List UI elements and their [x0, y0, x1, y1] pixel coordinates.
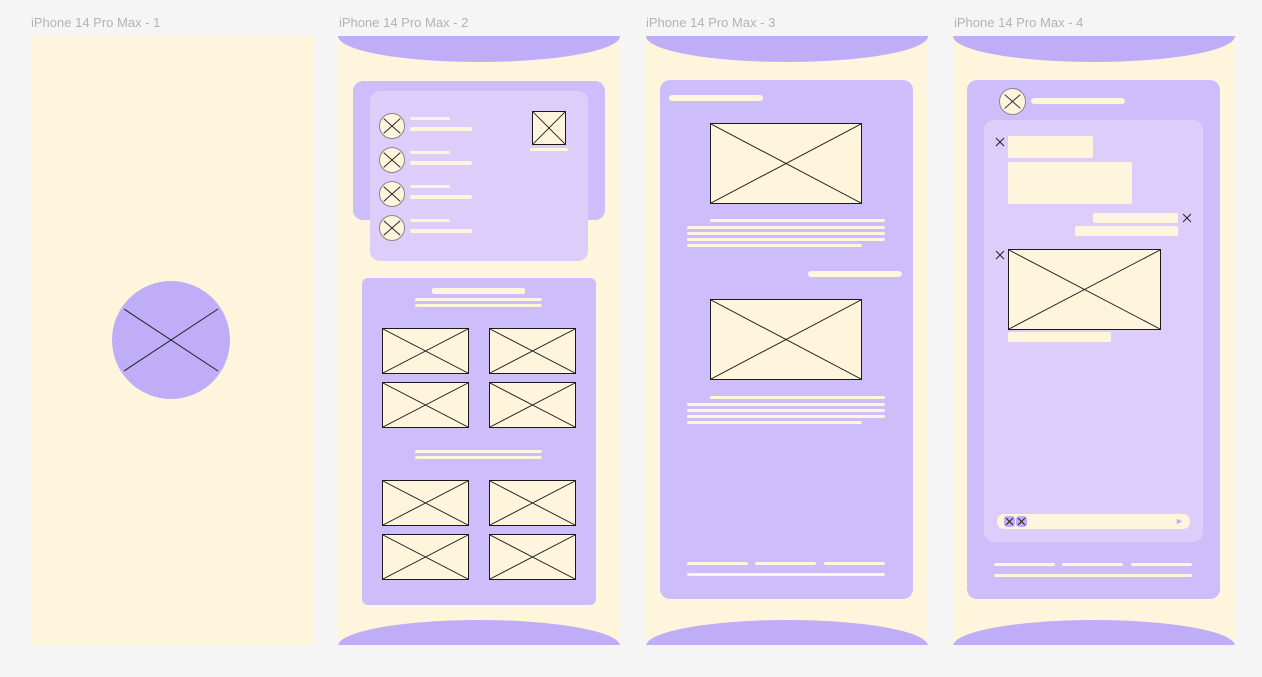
message-bubble-received — [1008, 162, 1132, 204]
image-placeholder-icon[interactable] — [489, 534, 576, 580]
footer-line — [687, 573, 885, 576]
header-shape — [338, 36, 620, 62]
frame-2-home[interactable] — [338, 36, 620, 645]
frame-label-1[interactable]: iPhone 14 Pro Max - 1 — [31, 15, 160, 30]
frame-label-4[interactable]: iPhone 14 Pro Max - 4 — [954, 15, 1083, 30]
avatar-icon[interactable] — [379, 147, 405, 173]
contacts-card — [370, 91, 588, 261]
footer-link[interactable] — [687, 562, 748, 565]
header-shape — [953, 36, 1235, 62]
paragraph-line — [687, 238, 885, 241]
image-placeholder-icon[interactable] — [489, 480, 576, 526]
contact-detail-line — [410, 127, 472, 131]
chat-messages-area[interactable]: ► — [984, 120, 1203, 542]
header-shape — [646, 36, 928, 62]
sender-avatar-icon — [1182, 213, 1192, 223]
avatar-icon[interactable] — [379, 113, 405, 139]
paragraph-line — [687, 409, 885, 412]
message-bubble-received — [1008, 136, 1093, 158]
image-placeholder-icon[interactable] — [532, 111, 566, 145]
section-subtitle-line — [415, 450, 542, 453]
footer-shape — [338, 620, 620, 645]
footer-link[interactable] — [1131, 563, 1192, 566]
paragraph-line — [687, 415, 885, 418]
image-caption-line — [530, 148, 568, 151]
footer-line — [994, 574, 1192, 577]
frame-label-3[interactable]: iPhone 14 Pro Max - 3 — [646, 15, 775, 30]
frame-4-chat[interactable]: ► — [953, 36, 1235, 645]
contact-detail-line — [410, 195, 472, 199]
paragraph-line — [687, 421, 862, 424]
contact-name-line — [410, 117, 450, 120]
section-subtitle-line — [415, 456, 542, 459]
message-bubble-sent — [1093, 213, 1178, 223]
footer-link[interactable] — [1062, 563, 1123, 566]
footer-link[interactable] — [755, 562, 816, 565]
contact-name-line — [410, 185, 450, 188]
sender-avatar-icon — [995, 137, 1005, 147]
paragraph-line — [710, 396, 885, 399]
send-arrow-icon[interactable]: ► — [1175, 515, 1184, 527]
gallery-card — [362, 278, 596, 605]
contact-name-line — [410, 219, 450, 222]
image-placeholder-icon[interactable] — [382, 534, 469, 580]
frame-3-article[interactable] — [646, 36, 928, 645]
avatar-icon[interactable] — [379, 181, 405, 207]
footer-link[interactable] — [824, 562, 885, 565]
paragraph-line — [687, 232, 885, 235]
section-title-line — [432, 288, 525, 294]
attach-image-icon[interactable] — [1004, 516, 1015, 527]
section-subtitle-line — [415, 298, 542, 301]
message-bubble-sent — [1075, 226, 1178, 236]
footer-shape — [953, 620, 1235, 645]
footer-shape — [646, 620, 928, 645]
message-bubble-received — [1008, 332, 1111, 342]
image-placeholder-icon[interactable] — [1008, 249, 1161, 330]
article-card — [660, 80, 913, 599]
paragraph-line — [687, 226, 885, 229]
paragraph-line — [687, 244, 862, 247]
chat-card: ► — [967, 80, 1220, 599]
paragraph-line — [687, 403, 885, 406]
attach-file-icon[interactable] — [1016, 516, 1027, 527]
image-placeholder-icon[interactable] — [382, 382, 469, 428]
frame-1-splash[interactable] — [31, 36, 313, 645]
image-placeholder-icon[interactable] — [710, 299, 862, 380]
footer-link[interactable] — [994, 563, 1055, 566]
contact-detail-line — [410, 161, 472, 165]
image-placeholder-icon[interactable] — [489, 328, 576, 374]
article-title-line — [669, 95, 763, 101]
avatar-icon[interactable] — [379, 215, 405, 241]
image-placeholder-icon[interactable] — [382, 328, 469, 374]
section-subtitle-line — [415, 304, 542, 307]
chat-avatar-icon[interactable] — [999, 88, 1026, 115]
frame-label-2[interactable]: iPhone 14 Pro Max - 2 — [339, 15, 468, 30]
paragraph-line — [710, 219, 885, 222]
image-placeholder-icon[interactable] — [710, 123, 862, 204]
sender-avatar-icon — [995, 250, 1005, 260]
image-placeholder-icon[interactable] — [489, 382, 576, 428]
section-title-line — [808, 271, 902, 277]
contact-detail-line — [410, 229, 472, 233]
message-input[interactable]: ► — [997, 514, 1190, 529]
chat-contact-name — [1031, 98, 1125, 104]
image-placeholder-icon[interactable] — [382, 480, 469, 526]
contact-name-line — [410, 151, 450, 154]
logo-placeholder-icon — [112, 281, 230, 399]
